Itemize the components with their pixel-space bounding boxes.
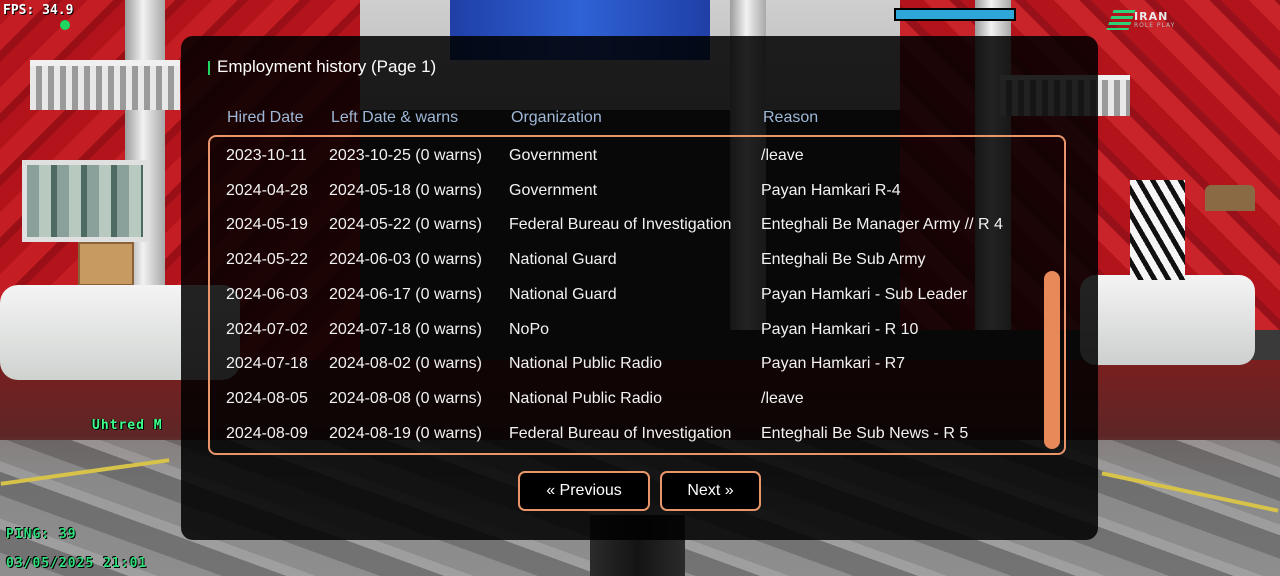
table-row[interactable]: 2024-05-19 2024-05-22 (0 warns) Federal Bu… [210, 209, 1064, 243]
previous-page-button[interactable]: « Previous [518, 471, 650, 511]
table-row[interactable]: 2024-08-09 2024-08-19 (0 warns) Federal Bu… [210, 418, 1064, 452]
cell-left-date: 2024-05-18 (0 warns) [329, 181, 482, 199]
cabinet [78, 242, 134, 286]
health-bar [894, 8, 1016, 21]
table-row[interactable]: 2024-05-22 2024-06-03 (0 warns) National G… [210, 244, 1064, 278]
dialog-title-text: Employment history (Page 1) [217, 57, 437, 76]
logo-subtext: ROLE PLAY [1134, 22, 1176, 29]
cell-left-date: 2024-08-02 (0 warns) [329, 355, 482, 373]
cell-left-date: 2024-05-22 (0 warns) [329, 216, 482, 234]
player-nametag: Uhtred M [92, 418, 163, 433]
cell-organization: National Public Radio [509, 355, 662, 373]
column-header-reason: Reason [763, 109, 819, 126]
scrollbar-thumb[interactable] [1044, 271, 1060, 449]
cell-reason: Payan Hamkari - R 10 [761, 320, 919, 338]
cell-organization: National Public Radio [509, 389, 662, 407]
column-header-organization: Organization [511, 109, 602, 126]
server-logo: IRAN ROLE PLAY [1106, 10, 1190, 32]
sofa [1080, 275, 1255, 365]
cell-hired-date: 2024-08-09 [226, 424, 308, 442]
wall-painting [22, 160, 148, 242]
cell-reason: Payan Hamkari - R7 [761, 355, 906, 373]
logo-icon [1106, 10, 1136, 30]
lamp [1205, 185, 1255, 211]
cell-reason: Enteghali Be Sub News - R 5 [761, 424, 969, 442]
cell-organization: Government [509, 181, 598, 199]
next-page-button[interactable]: Next » [660, 471, 761, 511]
fps-counter: FPS: 34.9 [3, 3, 74, 18]
cell-organization: National Guard [509, 285, 617, 303]
cell-organization: National Guard [509, 251, 617, 269]
history-table[interactable]: 2023-10-11 2023-10-25 (0 warns) Government… [208, 135, 1066, 455]
cell-organization: NoPo [509, 320, 550, 338]
table-row[interactable]: 2024-07-18 2024-08-02 (0 warns) National P… [210, 348, 1064, 382]
status-dot-icon [60, 20, 70, 30]
column-header-left-date: Left Date & warns [331, 109, 459, 126]
cell-hired-date: 2024-04-28 [226, 181, 308, 199]
table-row[interactable]: 2024-06-03 2024-06-17 (0 warns) National G… [210, 279, 1064, 313]
cell-left-date: 2024-06-17 (0 warns) [329, 285, 482, 303]
cell-left-date: 2024-06-03 (0 warns) [329, 251, 482, 269]
cell-hired-date: 2024-05-19 [226, 216, 308, 234]
cell-organization: Federal Bureau of Investigation [509, 216, 732, 234]
cell-organization: Federal Bureau of Investigation [509, 424, 732, 442]
cell-hired-date: 2024-08-05 [226, 389, 308, 407]
cell-hired-date: 2023-10-11 [226, 147, 307, 164]
date-time-readout: 03/05/2025 21:01 [6, 556, 148, 571]
cell-hired-date: 2024-05-22 [226, 251, 308, 269]
table-row[interactable]: 2024-04-28 2024-05-18 (0 warns) Government… [210, 175, 1064, 209]
cell-reason: Payan Hamkari R-4 [761, 181, 901, 199]
cell-left-date: 2024-07-18 (0 warns) [329, 320, 482, 338]
cell-reason: Payan Hamkari - Sub Leader [761, 285, 968, 303]
column-header-hired-date: Hired Date [227, 109, 304, 126]
table-row[interactable]: 2024-08-05 2024-08-08 (0 warns) National P… [210, 383, 1064, 417]
cell-left-date: 2023-10-25 (0 warns) [329, 147, 482, 164]
employment-history-dialog: Employment history (Page 1) Hired Date L… [181, 36, 1098, 540]
cell-organization: Government [509, 147, 598, 164]
table-row[interactable]: 2024-07-02 2024-07-18 (0 warns) NoPo Payan … [210, 314, 1064, 348]
balcony-railing [30, 60, 180, 110]
table-row[interactable]: 2023-10-11 2023-10-25 (0 warns) Government… [210, 140, 1064, 174]
dialog-title: Employment history (Page 1) [208, 57, 436, 77]
cell-reason: Enteghali Be Sub Army [761, 251, 926, 269]
cell-hired-date: 2024-07-18 [226, 355, 308, 373]
health-bar-fill [896, 10, 1014, 19]
cell-reason: Enteghali Be Manager Army // R 4 [761, 216, 1003, 234]
cell-reason: /leave [761, 389, 804, 407]
cell-hired-date: 2024-07-02 [226, 320, 308, 338]
ping-readout: PING: 39 [6, 527, 77, 542]
cell-left-date: 2024-08-19 (0 warns) [329, 424, 482, 442]
cell-reason: /leave [761, 147, 804, 164]
cell-hired-date: 2024-06-03 [226, 285, 308, 303]
cell-left-date: 2024-08-08 (0 warns) [329, 389, 482, 407]
zebra-panel [1130, 180, 1185, 280]
